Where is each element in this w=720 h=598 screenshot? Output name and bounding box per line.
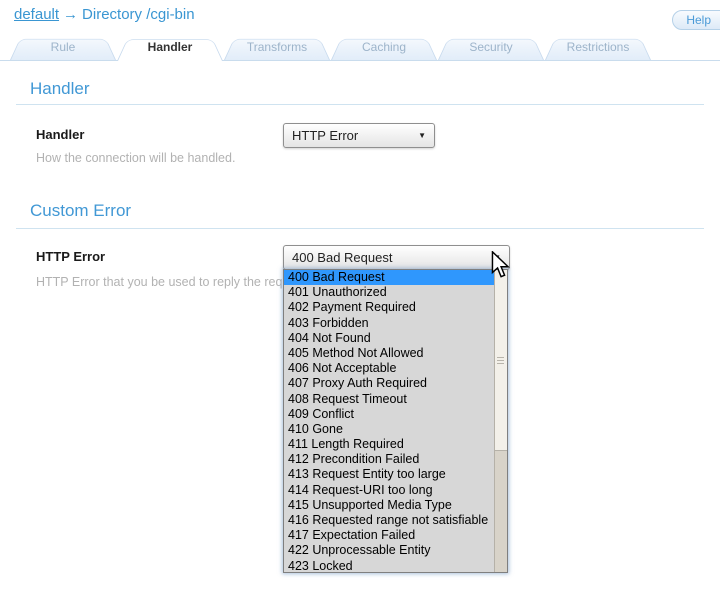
section-title-custom-error: Custom Error <box>30 201 131 221</box>
tabbar-divider <box>0 60 720 61</box>
tab-bar: Rule Handler Transforms Caching Security Rest… <box>0 34 720 61</box>
breadcrumb-current: Directory /cgi-bin <box>82 6 195 23</box>
dropdown-option[interactable]: 413 Request Entity too large <box>284 467 494 482</box>
section-divider <box>16 228 704 229</box>
dropdown-option[interactable]: 408 Request Timeout <box>284 392 494 407</box>
tab-label: Restrictions <box>567 40 630 54</box>
chevron-down-icon: ▼ <box>493 254 501 262</box>
tab[interactable]: Caching <box>331 34 437 60</box>
tab-label: Rule <box>51 40 76 54</box>
http-error-select-value: 400 Bad Request <box>292 250 392 265</box>
http-error-select[interactable]: 400 Bad Request ▼ <box>283 245 510 270</box>
breadcrumb: default→Directory /cgi-bin <box>14 6 195 23</box>
tab[interactable]: Handler <box>117 34 223 60</box>
chevron-down-icon: ▼ <box>418 132 426 140</box>
handler-select-value: HTTP Error <box>292 128 358 143</box>
dropdown-option[interactable]: 404 Not Found <box>284 331 494 346</box>
http-error-row-description: HTTP Error that you be used to reply the… <box>36 275 310 289</box>
section-title-handler: Handler <box>30 79 90 99</box>
dropdown-option[interactable]: 411 Length Required <box>284 437 494 452</box>
dropdown-option[interactable]: 403 Forbidden <box>284 316 494 331</box>
http-error-dropdown-list: 400 Bad Request401 Unauthorized402 Payme… <box>283 269 508 573</box>
section-divider <box>16 104 704 105</box>
dropdown-option[interactable]: 423 Locked <box>284 559 494 573</box>
handler-row-label: Handler <box>36 127 84 142</box>
dropdown-option[interactable]: 407 Proxy Auth Required <box>284 376 494 391</box>
dropdown-option[interactable]: 405 Method Not Allowed <box>284 346 494 361</box>
http-error-row-label: HTTP Error <box>36 249 105 264</box>
dropdown-option[interactable]: 410 Gone <box>284 422 494 437</box>
help-button[interactable]: Help <box>672 10 720 30</box>
dropdown-option[interactable]: 412 Precondition Failed <box>284 452 494 467</box>
tab[interactable]: Restrictions <box>545 34 651 60</box>
breadcrumb-arrow-icon: → <box>63 6 78 23</box>
handler-select[interactable]: HTTP Error ▼ <box>283 123 435 148</box>
tab[interactable]: Security <box>438 34 544 60</box>
dropdown-option[interactable]: 417 Expectation Failed <box>284 528 494 543</box>
tab[interactable]: Transforms <box>224 34 330 60</box>
handler-row-description: How the connection will be handled. <box>36 151 235 165</box>
dropdown-option[interactable]: 409 Conflict <box>284 407 494 422</box>
dropdown-option[interactable]: 400 Bad Request <box>284 270 494 285</box>
dropdown-option[interactable]: 422 Unprocessable Entity <box>284 543 494 558</box>
tab-label: Handler <box>148 40 193 54</box>
dropdown-option[interactable]: 415 Unsupported Media Type <box>284 498 494 513</box>
dropdown-option[interactable]: 402 Payment Required <box>284 300 494 315</box>
tab-label: Transforms <box>247 40 307 54</box>
dropdown-option[interactable]: 414 Request-URI too long <box>284 483 494 498</box>
tab-label: Security <box>469 40 512 54</box>
breadcrumb-link-default[interactable]: default <box>14 6 59 23</box>
dropdown-scrollbar[interactable] <box>494 270 507 572</box>
tab[interactable]: Rule <box>10 34 116 60</box>
dropdown-scrollbar-thumb[interactable] <box>495 270 507 451</box>
dropdown-option[interactable]: 401 Unauthorized <box>284 285 494 300</box>
admin-page: default→Directory /cgi-bin Help Rule Hand… <box>0 0 720 598</box>
dropdown-option[interactable]: 406 Not Acceptable <box>284 361 494 376</box>
dropdown-option[interactable]: 416 Requested range not satisfiable <box>284 513 494 528</box>
tab-label: Caching <box>362 40 406 54</box>
